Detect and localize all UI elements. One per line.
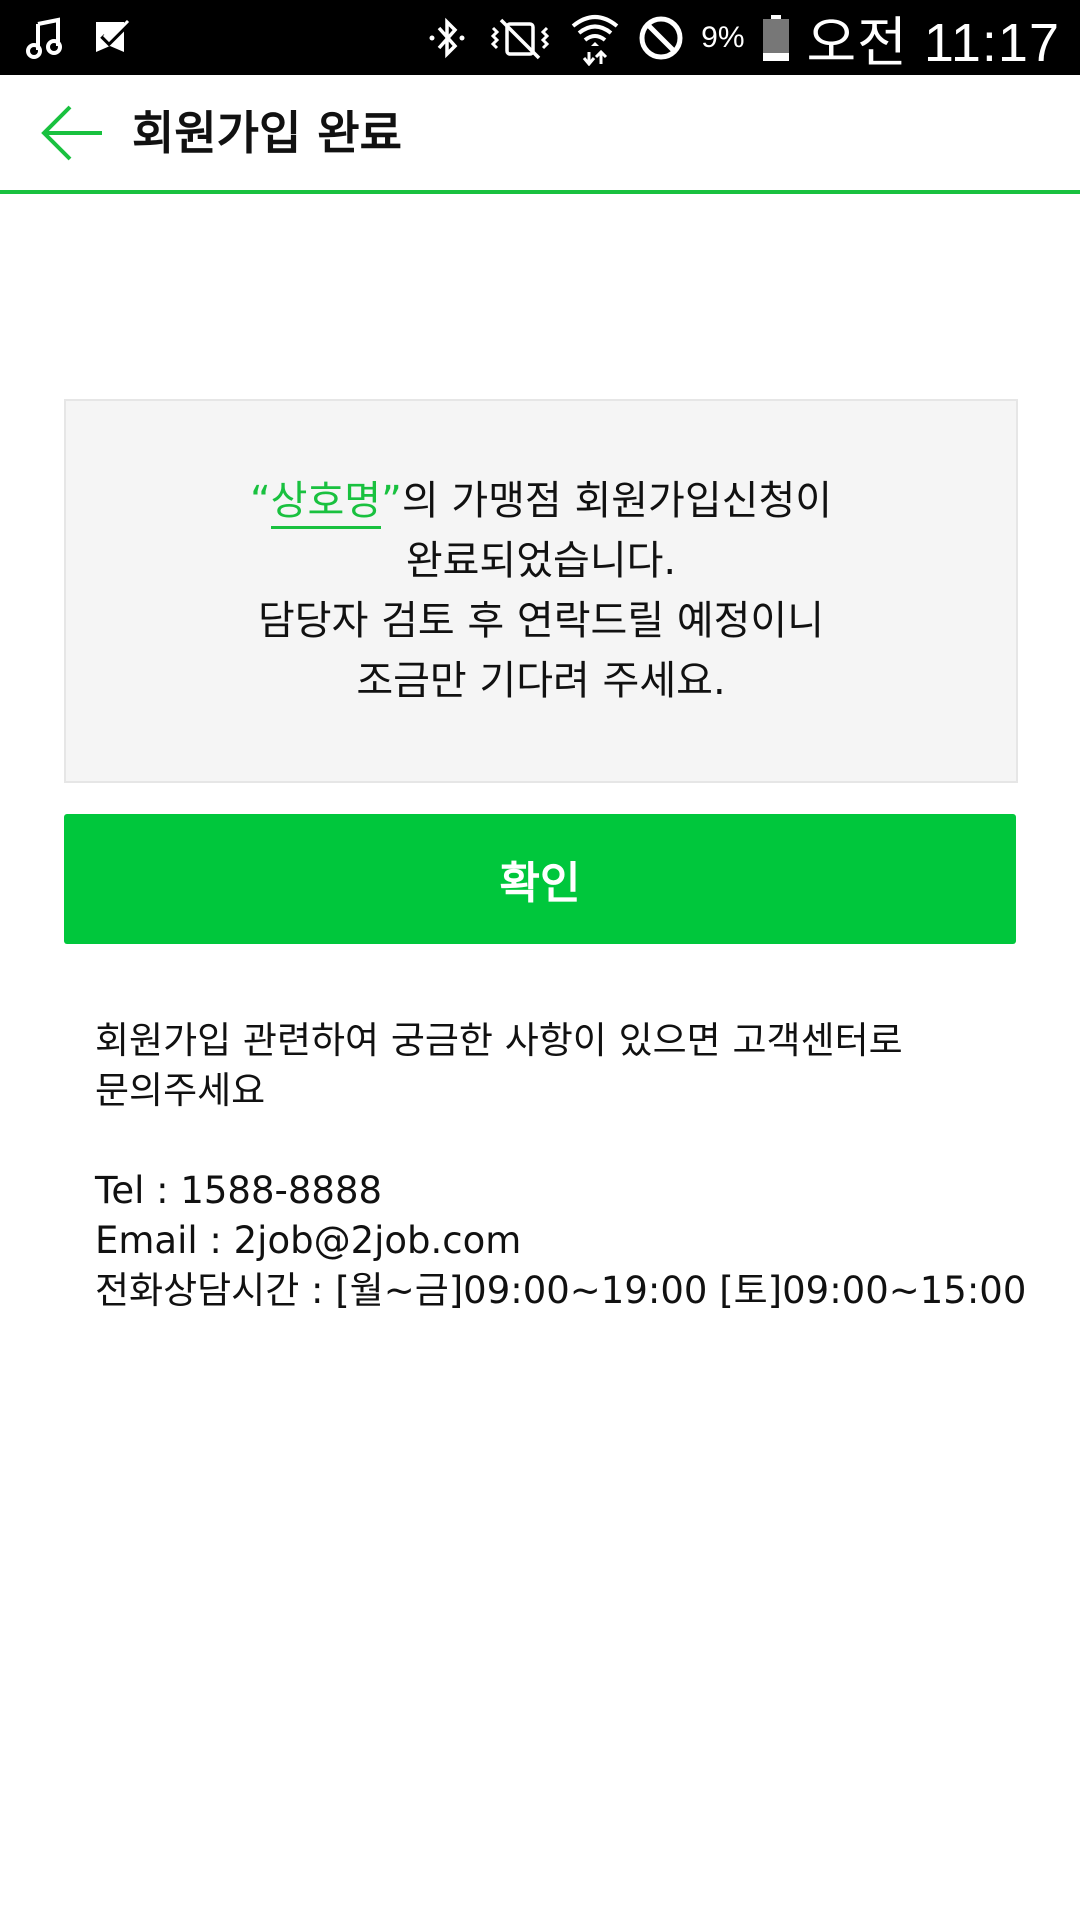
customer-center-info: 회원가입 관련하여 궁금한 사항이 있으면 고객센터로 문의주세요 Tel : … (95, 1016, 1035, 1316)
business-name: 상호명 (270, 478, 382, 529)
consultation-hours: 전화상담시간 : [월~금]09:00~19:00 [토]09:00~15:00 (95, 1269, 1027, 1312)
back-arrow-icon (40, 105, 106, 167)
status-right-icons: 9% 오전 11:17 (423, 6, 1060, 73)
bluetooth-icon (423, 14, 471, 62)
open-quote: “ (249, 478, 271, 524)
battery-percent: 9% (701, 20, 745, 54)
battery-icon (761, 13, 791, 63)
vibrate-mute-icon (487, 14, 553, 62)
confirm-button[interactable]: 확인 (64, 814, 1016, 944)
page-title: 회원가입 완료 (132, 106, 402, 160)
message-line-1-text: 의 가맹점 회원가입신청이 (401, 478, 833, 524)
wifi-icon (569, 10, 621, 66)
check-notification-icon (90, 16, 134, 60)
status-bar: 9% 오전 11:17 (0, 0, 1080, 75)
message-line-1: “상호명”의 가맹점 회원가입신청이 (250, 471, 832, 531)
inquiry-text-line-1: 회원가입 관련하여 궁금한 사항이 있으면 고객센터로 (95, 1019, 903, 1062)
status-left-icons (24, 10, 134, 65)
completion-message-card: “상호명”의 가맹점 회원가입신청이 완료되었습니다. 담당자 검토 후 연락드… (64, 399, 1018, 783)
inquiry-text-line-2: 문의주세요 (95, 1069, 266, 1112)
message-line-4: 조금만 기다려 주세요. (356, 658, 726, 704)
app-header: 회원가입 완료 (0, 75, 1080, 194)
do-not-disturb-icon (637, 14, 685, 62)
contact-tel: Tel : 1588-8888 (95, 1169, 383, 1212)
music-icon (24, 16, 68, 60)
status-time: 오전 11:17 (806, 13, 1060, 73)
close-quote: ” (381, 478, 402, 524)
contact-email: Email : 2job@2job.com (95, 1219, 522, 1262)
message-line-3: 담당자 검토 후 연락드릴 예정이니 (257, 598, 825, 644)
message-line-2: 완료되었습니다. (405, 538, 677, 584)
back-button[interactable] (40, 103, 106, 163)
